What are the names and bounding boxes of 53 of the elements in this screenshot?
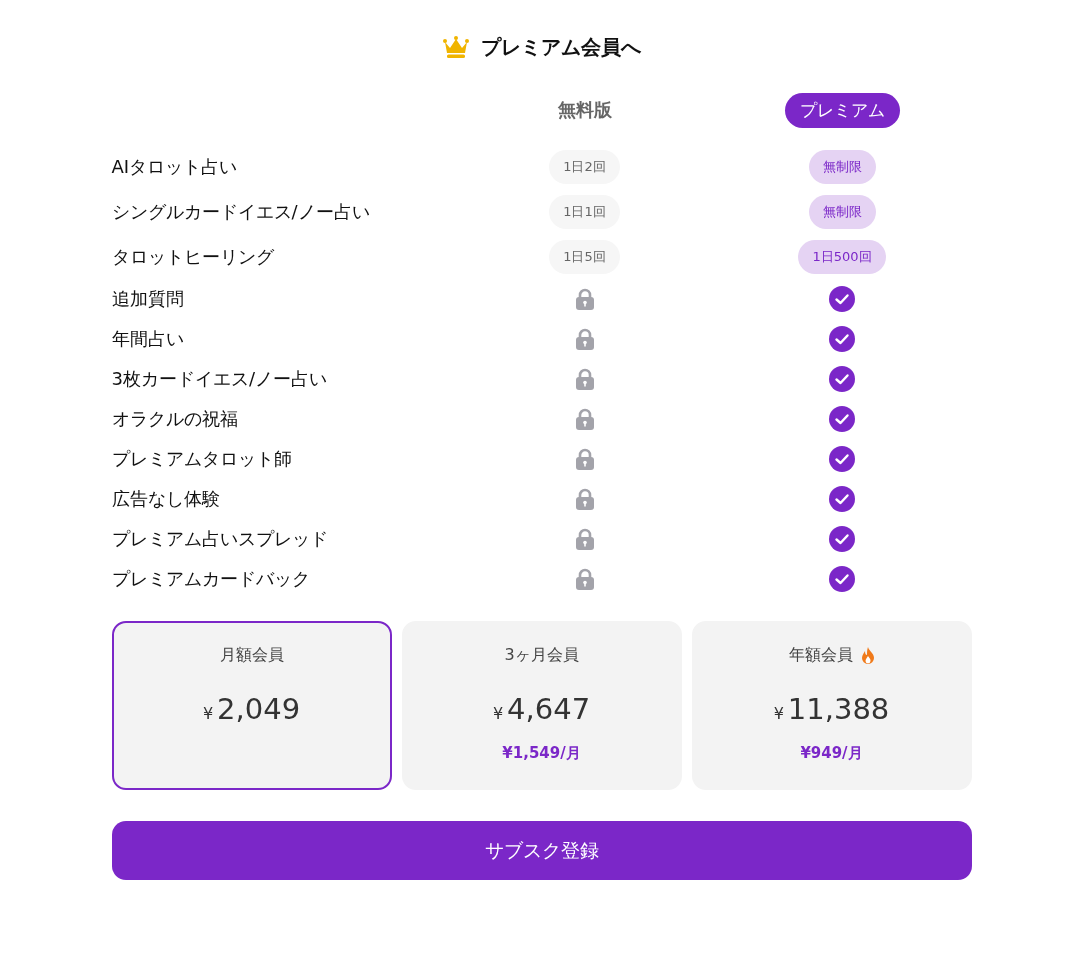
monthly-price: ¥949/月 xyxy=(800,744,863,763)
feature-name: プレミアムタロット師 xyxy=(111,447,293,471)
usage-limit-chip: 無制限 xyxy=(808,149,876,184)
usage-limit-chip: 無制限 xyxy=(808,194,876,229)
feature-name: タロットヒーリング xyxy=(111,244,275,269)
currency-symbol: ¥ xyxy=(492,704,504,723)
check-icon xyxy=(829,566,855,592)
usage-limit-chip: 1日1回 xyxy=(549,194,620,229)
feature-name: オラクルの祝福 xyxy=(111,407,239,431)
plan-name: 月額会員 xyxy=(219,645,284,666)
lock-icon xyxy=(574,328,595,350)
feature-name: 3枚カードイエス/ノー占い xyxy=(111,367,329,391)
plan-price: 11,388 xyxy=(787,692,890,726)
feature-name: AIタロット占い xyxy=(111,154,239,179)
plan-name: 年額会員 xyxy=(788,645,853,666)
usage-limit-chip: 1日2回 xyxy=(549,149,620,184)
feature-name: プレミアムカードバック xyxy=(111,567,311,591)
feature-name: 追加質問 xyxy=(111,287,185,311)
lock-icon xyxy=(574,448,595,470)
check-icon xyxy=(829,326,855,352)
column-header: プレミアム xyxy=(784,92,900,128)
lock-icon xyxy=(574,408,595,430)
plan-card[interactable]: 3ヶ月会員 ¥4,647 ¥1,549/月 xyxy=(401,621,682,790)
currency-symbol: ¥ xyxy=(773,704,784,723)
column-header: 無料版 xyxy=(557,98,612,122)
page-title: プレミアム会員へ xyxy=(480,33,641,61)
monthly-price: ¥1,549/月 xyxy=(502,744,581,763)
check-icon xyxy=(829,286,855,312)
lock-icon xyxy=(574,368,595,390)
flame-icon xyxy=(860,646,875,665)
check-icon xyxy=(829,406,855,432)
plan-price: 4,647 xyxy=(507,692,591,726)
feature-name: 広告なし体験 xyxy=(111,487,221,511)
lock-icon xyxy=(574,288,595,310)
plan-price: 2,049 xyxy=(217,692,301,726)
currency-symbol: ¥ xyxy=(202,704,214,723)
lock-icon xyxy=(574,528,595,550)
lock-icon xyxy=(574,568,595,590)
feature-name: プレミアム占いスプレッド xyxy=(111,527,329,551)
subscribe-button[interactable]: サブスク登録 xyxy=(111,821,972,880)
plan-card[interactable]: 月額会員 ¥2,049 xyxy=(111,621,392,790)
plan-name: 3ヶ月会員 xyxy=(504,645,579,666)
usage-limit-chip: 1日500回 xyxy=(798,239,886,274)
feature-name: 年間占い xyxy=(111,327,185,351)
lock-icon xyxy=(574,488,595,510)
usage-limit-chip: 1日5回 xyxy=(549,239,620,274)
check-icon xyxy=(829,446,855,472)
crown-icon xyxy=(442,35,469,59)
check-icon xyxy=(829,366,855,392)
check-icon xyxy=(829,526,855,552)
plan-card[interactable]: 年額会員 ¥11,388 ¥949/月 xyxy=(691,621,972,790)
check-icon xyxy=(829,486,855,512)
feature-name: シングルカードイエス/ノー占い xyxy=(111,199,371,224)
